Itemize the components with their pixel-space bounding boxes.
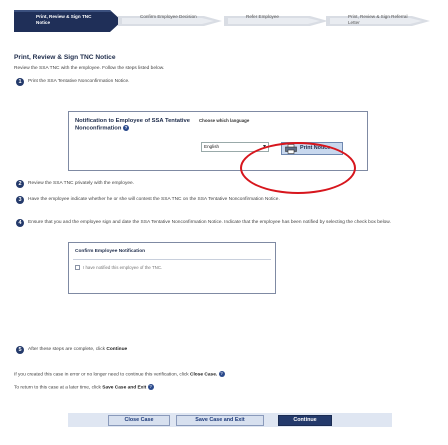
save-case-note: To return to this case at a later time, … xyxy=(14,384,154,391)
step-1-text: Print the SSA Tentative Nonconfirmation … xyxy=(28,79,130,84)
highlight-circle xyxy=(240,142,356,194)
close-case-button[interactable]: Close Case xyxy=(108,415,170,426)
step-number-3: 3 xyxy=(16,196,24,204)
wizard-progress: Print, Review & Sign TNC Notice Confirm … xyxy=(14,6,434,36)
help-icon[interactable]: ? xyxy=(218,371,225,377)
language-select-value: English xyxy=(204,144,220,149)
step-number-4: 4 xyxy=(16,219,24,227)
help-icon[interactable]: ? xyxy=(147,384,154,390)
notified-checkbox-label: I have notified this employee of the TNC… xyxy=(83,265,163,270)
step-number-5: 5 xyxy=(16,346,24,354)
step-number-1: 1 xyxy=(16,78,24,86)
confirm-divider xyxy=(73,259,271,260)
continue-button[interactable]: Continue xyxy=(278,415,332,426)
notice-heading: Notification to Employee of SSA Tentativ… xyxy=(75,118,190,132)
wizard-step-print-review-sign: Print, Review & Sign TNC Notice xyxy=(14,8,124,34)
confirm-title: Confirm Employee Notification xyxy=(75,249,146,254)
step-4-text: Ensure that you and the employee sign an… xyxy=(28,220,391,225)
page-title: Print, Review & Sign TNC Notice xyxy=(14,54,116,61)
notified-checkbox[interactable] xyxy=(75,265,80,270)
step-5-text: After these steps are complete, click Co… xyxy=(28,347,128,352)
close-case-note: If you created this case in error or no … xyxy=(14,371,225,378)
wizard-step-referral-letter: Print, Review & Sign Referral Letter xyxy=(326,8,434,34)
step-3-text: Have the employee indicate whether he or… xyxy=(28,197,280,202)
wizard-step-confirm-decision: Confirm Employee Decision xyxy=(118,8,228,34)
step-2-text: Review the SSA TNC privately with the em… xyxy=(28,181,135,186)
wizard-step-refer-employee: Refer Employee xyxy=(224,8,334,34)
confirm-panel: Confirm Employee Notification I have not… xyxy=(68,242,276,294)
language-label: Choose which language xyxy=(199,118,250,123)
step-number-2: 2 xyxy=(16,180,24,188)
help-icon[interactable]: ? xyxy=(123,125,129,131)
page-intro: Review the SSA TNC with the employee. Fo… xyxy=(14,66,165,71)
save-case-and-exit-button[interactable]: Save Case and Exit xyxy=(176,415,264,426)
